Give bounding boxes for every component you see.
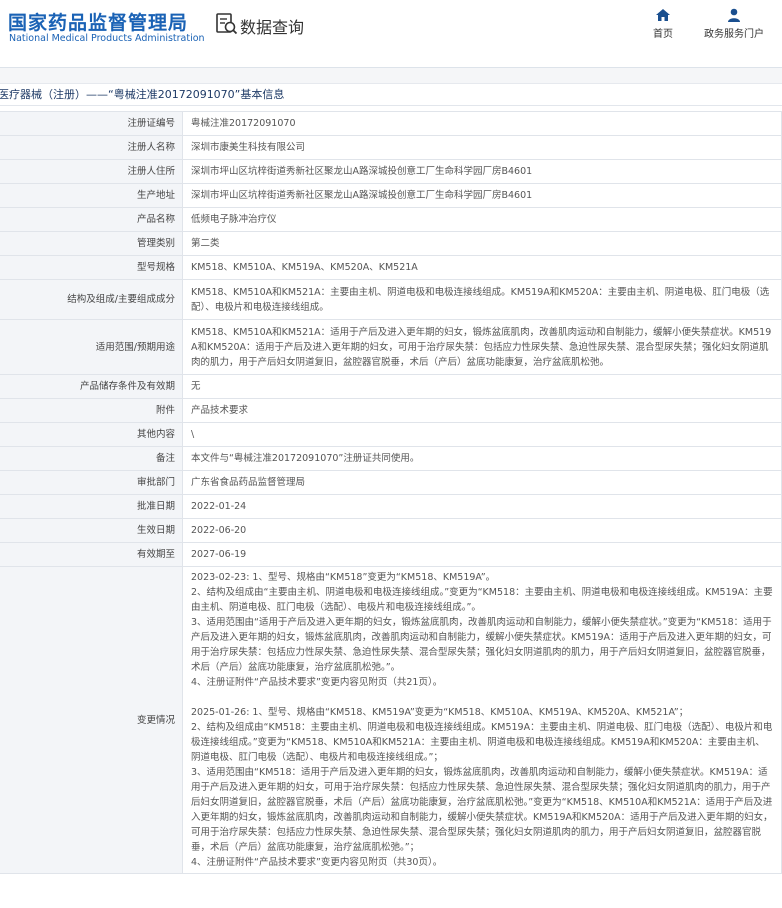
table-row: 型号规格 KM518、KM510A、KM519A、KM520A、KM521A [0, 255, 782, 280]
row-label: 产品储存条件及有效期 [0, 374, 183, 399]
row-value: 深圳市坪山区坑梓街道秀新社区聚龙山A路深城投创意工厂生命科学园厂房B4601 [182, 159, 782, 184]
row-value: 第二类 [182, 231, 782, 256]
row-label: 生效日期 [0, 518, 183, 543]
header-band [0, 68, 782, 84]
row-label: 有效期至 [0, 542, 183, 567]
site-header: 国家药品监督管理局 National Medical Products Admi… [0, 0, 782, 68]
row-label: 管理类别 [0, 231, 183, 256]
table-row: 附件 产品技术要求 [0, 398, 782, 423]
row-value: 产品技术要求 [182, 398, 782, 423]
table-row: 备注 本文件与“粤械注准20172091070”注册证共同使用。 [0, 446, 782, 471]
table-row: 产品名称 低频电子脉冲治疗仪 [0, 207, 782, 232]
data-query-title: 数据查询 [240, 18, 305, 37]
row-value: 2022-06-20 [182, 518, 782, 543]
row-value: 无 [182, 374, 782, 399]
breadcrumb: 医疗器械（注册）——“粤械注准20172091070”基本信息 [0, 84, 782, 106]
data-query-icon [216, 13, 238, 35]
nav-home-label: 首页 [653, 29, 673, 40]
table-row: 生产地址 深圳市坪山区坑梓街道秀新社区聚龙山A路深城投创意工厂生命科学园厂房B46… [0, 183, 782, 208]
table-row-changes: 变更情况 2023-02-23: 1、型号、规格由“KM518”变更为“KM51… [0, 566, 782, 874]
row-value: KM518、KM510A和KM521A：适用于产后及进入更年期的妇女，锻炼盆底肌… [182, 319, 782, 375]
row-label: 型号规格 [0, 255, 183, 280]
table-row: 其他内容 \ [0, 422, 782, 447]
change-line: 3、适用范围由“适用于产后及进入更年期的妇女，锻炼盆底肌肉，改善肌肉运动和自制能… [191, 617, 772, 673]
row-value: 深圳市坪山区坑梓街道秀新社区聚龙山A路深城投创意工厂生命科学园厂房B4601 [182, 183, 782, 208]
nav-home[interactable]: 首页 [648, 8, 678, 40]
table-row: 审批部门 广东省食品药品监督管理局 [0, 470, 782, 495]
table-row: 有效期至 2027-06-19 [0, 542, 782, 567]
row-label: 其他内容 [0, 422, 183, 447]
change-line: 2、结构及组成由“KM518：主要由主机、阴道电极和电极连接线组成。KM519A… [191, 722, 773, 763]
row-label: 结构及组成/主要组成成分 [0, 279, 183, 320]
table-row: 生效日期 2022-06-20 [0, 518, 782, 543]
change-line: 2、结构及组成由“主要由主机、阴道电极和电极连接线组成。”变更为“KM518：主… [191, 587, 773, 613]
nav-gov-label: 政务服务门户 [704, 29, 764, 40]
row-label: 注册人住所 [0, 159, 183, 184]
row-label: 附件 [0, 398, 183, 423]
change-line: 2025-01-26: 1、型号、规格由“KM518、KM519A”变更为“KM… [191, 707, 689, 718]
site-logo-en[interactable]: National Medical Products Administration [9, 33, 205, 44]
row-label: 注册人名称 [0, 135, 183, 160]
row-value: 广东省食品药品监督管理局 [182, 470, 782, 495]
row-label: 批准日期 [0, 494, 183, 519]
change-line: 4、注册证附件“产品技术要求”变更内容见附页（共21页）。 [191, 677, 443, 688]
row-value: 低频电子脉冲治疗仪 [182, 207, 782, 232]
change-history: 2023-02-23: 1、型号、规格由“KM518”变更为“KM518、KM5… [182, 566, 782, 874]
site-logo-cn[interactable]: 国家药品监督管理局 [8, 8, 188, 35]
registration-info-table: 注册证编号 粤械注准20172091070 注册人名称 深圳市康美生科技有限公司 注… [0, 111, 782, 874]
row-value: 2022-01-24 [182, 494, 782, 519]
nav-gov-portal[interactable]: 政务服务门户 [700, 8, 768, 40]
row-label: 产品名称 [0, 207, 183, 232]
home-icon [656, 9, 670, 21]
table-row: 批准日期 2022-01-24 [0, 494, 782, 519]
table-row: 适用范围/预期用途 KM518、KM510A和KM521A：适用于产后及进入更年期… [0, 319, 782, 375]
row-value: 2027-06-19 [182, 542, 782, 567]
row-label: 适用范围/预期用途 [0, 319, 183, 375]
table-row: 管理类别 第二类 [0, 231, 782, 256]
row-label: 注册证编号 [0, 111, 183, 136]
change-line: 4、注册证附件“产品技术要求”变更内容见附页（共30页）。 [191, 857, 443, 868]
table-row: 注册人名称 深圳市康美生科技有限公司 [0, 135, 782, 160]
change-line: 3、适用范围由“KM518：适用于产后及进入更年期的妇女，锻炼盆底肌肉，改善肌肉… [191, 767, 773, 853]
row-label: 审批部门 [0, 470, 183, 495]
row-label: 变更情况 [0, 566, 183, 874]
table-row: 注册人住所 深圳市坪山区坑梓街道秀新社区聚龙山A路深城投创意工厂生命科学园厂房B4… [0, 159, 782, 184]
row-label: 生产地址 [0, 183, 183, 208]
change-line: 2023-02-23: 1、型号、规格由“KM518”变更为“KM518、KM5… [191, 572, 496, 583]
row-value: \ [182, 422, 782, 447]
row-label: 备注 [0, 446, 183, 471]
row-value: 本文件与“粤械注准20172091070”注册证共同使用。 [182, 446, 782, 471]
row-value: 粤械注准20172091070 [182, 111, 782, 136]
table-row: 产品储存条件及有效期无 [0, 374, 782, 399]
row-value: KM518、KM510A和KM521A：主要由主机、阴道电极和电极连接线组成。K… [182, 279, 782, 320]
user-icon [728, 8, 740, 22]
row-value: 深圳市康美生科技有限公司 [182, 135, 782, 160]
row-value: KM518、KM510A、KM519A、KM520A、KM521A [182, 255, 782, 280]
table-row: 注册证编号 粤械注准20172091070 [0, 111, 782, 136]
table-row: 结构及组成/主要组成成分 KM518、KM510A和KM521A：主要由主机、阴道… [0, 279, 782, 320]
